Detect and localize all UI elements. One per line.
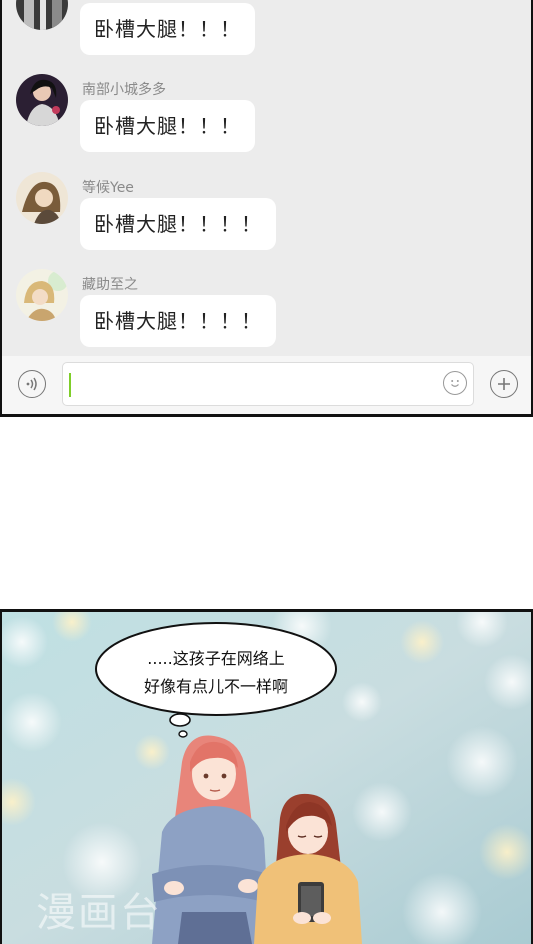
- avatar[interactable]: [16, 269, 68, 321]
- emoji-icon: [451, 380, 459, 387]
- voice-button[interactable]: [18, 370, 46, 398]
- message-bubble: 卧槽大腿！！！！: [80, 198, 276, 250]
- comic-panel: .....这孩子在网络上 好像有点儿不一样啊 漫画台: [0, 612, 533, 944]
- add-button[interactable]: [490, 370, 518, 398]
- message-bubble: 卧槽大腿！！！: [80, 3, 255, 55]
- message-bubble: 卧槽大腿！！！！: [80, 295, 276, 347]
- chat-input-bar: [0, 356, 533, 414]
- message-input[interactable]: [62, 362, 474, 406]
- chat-panel: 卧槽大腿！！！ 南部小城多多 卧槽大腿！！！ 等候Yee 卧槽大腿！！！！ 藏助…: [0, 0, 533, 356]
- plus-icon: [498, 378, 510, 390]
- avatar[interactable]: [16, 0, 68, 30]
- speech-line-1: .....这孩子在网络上: [147, 649, 284, 668]
- username: 南部小城多多: [82, 82, 166, 98]
- avatar[interactable]: [16, 172, 68, 224]
- voice-icon: [26, 377, 37, 391]
- panel-divider: [0, 414, 533, 417]
- text-caret: [69, 373, 71, 397]
- watermark: 漫画台: [36, 890, 162, 936]
- username: 藏助至之: [82, 277, 138, 293]
- message-bubble: 卧槽大腿！！！: [80, 100, 255, 152]
- avatar[interactable]: [16, 74, 68, 126]
- emoji-button[interactable]: [443, 371, 467, 395]
- speech-line-2: 好像有点儿不一样啊: [144, 677, 288, 696]
- username: 等候Yee: [82, 180, 134, 196]
